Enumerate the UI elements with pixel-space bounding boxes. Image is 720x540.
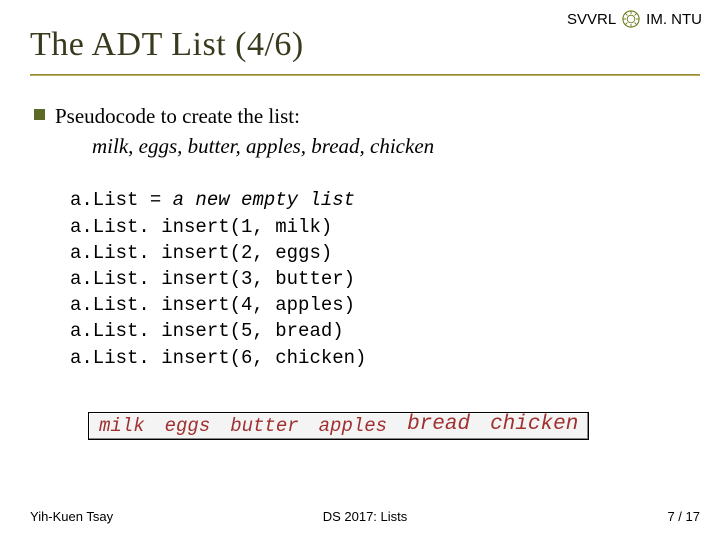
header-right: SVVRL IM. NTU <box>567 10 702 28</box>
target-list-text: milk, eggs, butter, apples, bread, chick… <box>92 134 690 159</box>
footer-course: DS 2017: Lists <box>30 509 700 524</box>
code-line: a.List. insert(1, milk) <box>70 216 332 238</box>
bullet-text: Pseudocode to create the list: <box>55 102 300 130</box>
lab-name: SVVRL <box>567 11 616 28</box>
list-cell: apples <box>309 413 397 439</box>
slide-footer: Yih-Kuen Tsay DS 2017: Lists 7 / 17 <box>30 509 700 524</box>
slide-title: The ADT List (4/6) <box>30 26 304 64</box>
code-keyword: a new empty list <box>173 189 355 211</box>
list-cell: bread <box>397 413 480 439</box>
code-line: a.List. insert(4, apples) <box>70 294 355 316</box>
list-cell: chicken <box>480 413 588 439</box>
title-underline <box>30 74 700 76</box>
code-line: a.List. insert(3, butter) <box>70 268 355 290</box>
code-line: a.List. insert(6, chicken) <box>70 347 366 369</box>
pseudocode-block: a.List = a new empty list a.List. insert… <box>70 187 690 371</box>
bullet-item: Pseudocode to create the list: <box>34 102 690 130</box>
affiliation: IM. NTU <box>646 11 702 28</box>
list-cell: butter <box>220 413 308 439</box>
list-cell: milk <box>89 413 155 439</box>
slide-body: Pseudocode to create the list: milk, egg… <box>34 102 690 371</box>
code-line: a.List. insert(5, bread) <box>70 320 344 342</box>
list-visualization: milk eggs butter apples bread chicken <box>88 412 589 440</box>
bullet-square-icon <box>34 109 45 120</box>
list-cell: eggs <box>155 413 221 439</box>
code-line: a.List. insert(2, eggs) <box>70 242 332 264</box>
ntu-logo-icon <box>622 10 640 28</box>
code-line: a.List = <box>70 189 173 211</box>
